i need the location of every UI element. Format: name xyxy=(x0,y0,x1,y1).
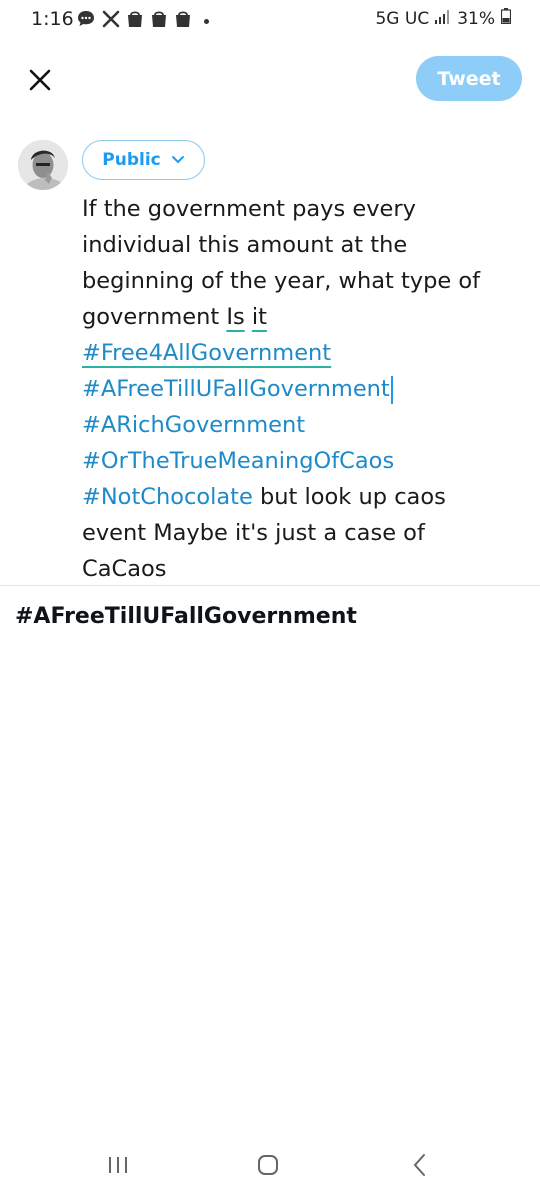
recent-apps-icon xyxy=(109,1157,127,1173)
home-button[interactable] xyxy=(248,1150,288,1180)
text-line: beginning of the year, what type of xyxy=(82,268,481,294)
spellcheck-word: Is xyxy=(226,304,245,330)
text-line: individual this amount at the xyxy=(82,232,408,258)
tweet-button[interactable]: Tweet xyxy=(416,56,522,101)
audience-selector[interactable]: Public xyxy=(82,140,205,180)
hashtag-suggestion[interactable]: #AFreeTillUFallGovernment xyxy=(15,604,357,629)
avatar[interactable] xyxy=(18,140,68,190)
text-segment: but look up caos xyxy=(252,484,446,510)
text-line: If the government pays every xyxy=(82,196,416,222)
text-line: #NotChocolate but look up caos xyxy=(82,479,522,515)
more-notifications-dot xyxy=(204,18,209,24)
text-cursor xyxy=(390,375,393,404)
tweet-compose-field[interactable]: If the government pays every individual … xyxy=(82,191,522,587)
spellcheck-word: it xyxy=(251,304,267,330)
close-icon xyxy=(29,69,51,91)
network-label: 5G UC xyxy=(375,8,430,29)
hashtag: #Free4AllGovernment xyxy=(82,340,332,366)
status-right: 5G UC 31% xyxy=(375,8,512,29)
status-bar: 1:16 5G UC 31% xyxy=(0,0,540,42)
text-line: event Maybe it's just a case of xyxy=(82,520,425,546)
signal-icon xyxy=(435,9,451,29)
text-line: #AFreeTillUFallGovernment xyxy=(82,371,522,407)
navigation-bar xyxy=(0,1140,540,1190)
text-segment: government xyxy=(82,304,227,330)
x-logo-icon xyxy=(102,10,120,32)
status-time: 1:16 xyxy=(31,8,74,30)
text-line: government Is it xyxy=(82,299,522,335)
close-button[interactable] xyxy=(22,62,58,98)
hashtag: #ARichGovernment xyxy=(82,412,306,438)
back-icon xyxy=(413,1154,425,1176)
battery-label: 31% xyxy=(457,8,495,29)
text-line: #Free4AllGovernment xyxy=(82,335,522,371)
hashtag: #NotChocolate xyxy=(82,484,253,510)
text-line: CaCaos xyxy=(82,556,167,582)
recent-apps-button[interactable] xyxy=(98,1150,138,1180)
shopping-bag-icon xyxy=(126,9,144,33)
shopping-bag-icon xyxy=(174,9,192,33)
battery-icon xyxy=(500,8,512,29)
audience-label: Public xyxy=(102,150,161,170)
text-line: #OrTheTrueMeaningOfCaos xyxy=(82,443,522,479)
hashtag: #AFreeTillUFallGovernment xyxy=(82,376,390,402)
chevron-down-icon xyxy=(171,156,184,164)
home-icon xyxy=(258,1155,278,1175)
back-button[interactable] xyxy=(400,1150,440,1180)
notification-icons xyxy=(76,9,209,33)
chat-bubble-icon xyxy=(76,9,96,33)
divider xyxy=(0,585,540,586)
text-line: #ARichGovernment xyxy=(82,407,522,443)
shopping-bag-icon xyxy=(150,9,168,33)
hashtag: #OrTheTrueMeaningOfCaos xyxy=(82,448,395,474)
